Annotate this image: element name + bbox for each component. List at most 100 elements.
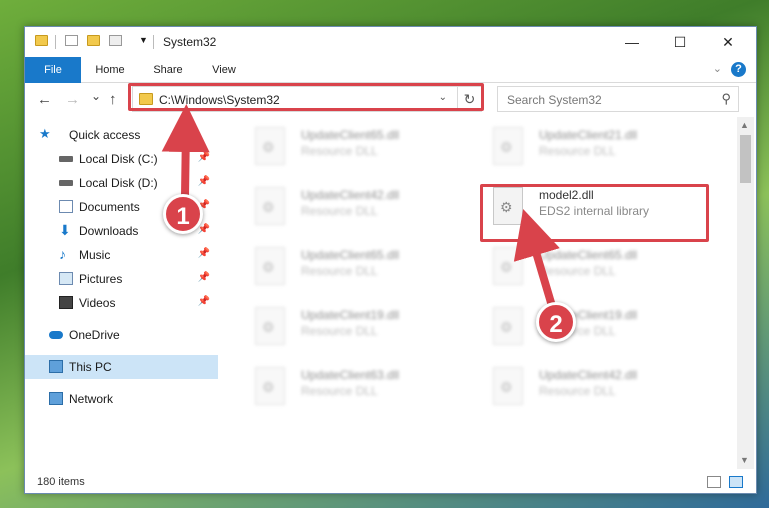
file-item[interactable]: ⚙ UpdateClient65.dll Resource DLL (483, 241, 713, 297)
navigation-bar: ← → ⌄ ↑ C:\Windows\System32 ⌄ ↻ Search S… (25, 83, 756, 117)
sidebar-item-label: OneDrive (69, 328, 120, 342)
file-name: UpdateClient63.dll (301, 368, 400, 382)
file-highlight (480, 184, 709, 242)
minimize-button[interactable]: — (609, 27, 655, 57)
documents-icon (59, 200, 73, 213)
pin-icon[interactable]: 📌 (198, 224, 210, 235)
pin-icon[interactable]: 📌 (198, 272, 210, 283)
music-icon: ♪ (59, 246, 66, 262)
file-description: Resource DLL (301, 384, 378, 398)
drive-icon (59, 180, 73, 186)
scroll-up-icon[interactable]: ▲ (740, 120, 749, 130)
tab-file[interactable]: File (25, 57, 81, 83)
chevron-down-icon[interactable]: ▼ (139, 35, 148, 45)
scroll-down-icon[interactable]: ▼ (740, 455, 749, 465)
sidebar-item-quick-access[interactable]: ★ Quick access (25, 123, 218, 147)
sidebar-item-label: Documents (79, 200, 140, 214)
sidebar-item-this-pc[interactable]: This PC (25, 355, 218, 379)
window-title: System32 (163, 35, 217, 49)
sidebar-item-label: Local Disk (D:) (79, 176, 158, 190)
explorer-window: ▼ System32 — ☐ ✕ File Home Share View ⌄ … (24, 26, 757, 494)
file-name: UpdateClient42.dll (301, 188, 400, 202)
new-folder-icon[interactable] (87, 35, 100, 46)
sidebar-item-music[interactable]: ♪ Music 📌 (25, 243, 218, 267)
file-description: Resource DLL (539, 144, 616, 158)
tab-view[interactable]: View (201, 57, 247, 83)
dll-file-icon: ⚙ (255, 127, 285, 165)
file-name: UpdateClient65.dll (301, 128, 400, 142)
network-icon (49, 392, 63, 405)
large-icons-view-icon[interactable] (729, 476, 743, 488)
file-item[interactable]: ⚙ UpdateClient65.dll Resource DLL (245, 121, 475, 177)
pictures-icon (59, 272, 73, 285)
address-highlight (128, 83, 484, 111)
sidebar-item-label: This PC (69, 360, 112, 374)
computer-icon (49, 360, 63, 373)
properties-icon[interactable] (65, 35, 78, 46)
videos-icon (59, 296, 73, 309)
search-icon[interactable]: ⚲ (721, 91, 731, 107)
help-icon[interactable]: ? (731, 62, 746, 77)
sidebar-item-pictures[interactable]: Pictures 📌 (25, 267, 218, 291)
file-name: UpdateClient65.dll (539, 248, 638, 262)
file-description: Resource DLL (301, 144, 378, 158)
file-description: Resource DLL (301, 324, 378, 338)
sidebar-item-network[interactable]: Network (25, 387, 218, 411)
scroll-thumb[interactable] (740, 135, 751, 183)
file-name: UpdateClient21.dll (539, 128, 638, 142)
sidebar-item-label: Pictures (79, 272, 123, 286)
pin-icon[interactable]: 📌 (198, 296, 210, 307)
dll-file-icon: ⚙ (255, 187, 285, 225)
recent-locations-button[interactable]: ⌄ (91, 89, 101, 103)
sidebar-item-label: Videos (79, 296, 116, 310)
file-list: ⚙ UpdateClient65.dll Resource DLL ⚙ Upda… (235, 117, 735, 477)
search-input[interactable]: Search System32 (507, 93, 602, 107)
file-item[interactable]: ⚙ UpdateClient42.dll Resource DLL (245, 181, 475, 237)
separator (55, 35, 56, 49)
drive-icon (59, 156, 73, 162)
folder-icon (35, 35, 48, 46)
sidebar-item-onedrive[interactable]: OneDrive (25, 323, 218, 347)
tab-home[interactable]: Home (87, 57, 133, 83)
file-item[interactable]: ⚙ UpdateClient19.dll Resource DLL (245, 301, 475, 357)
details-view-icon[interactable] (707, 476, 721, 488)
file-description: Resource DLL (301, 204, 378, 218)
dll-file-icon: ⚙ (493, 127, 523, 165)
sidebar-item-label: Local Disk (C:) (79, 152, 158, 166)
file-name: UpdateClient42.dll (539, 368, 638, 382)
title-bar: ▼ System32 — ☐ ✕ (25, 27, 756, 57)
file-item[interactable]: ⚙ UpdateClient63.dll Resource DLL (245, 361, 475, 417)
file-item[interactable]: ⚙ UpdateClient21.dll Resource DLL (483, 121, 713, 177)
sidebar-item-local-disk-c[interactable]: Local Disk (C:) 📌 (25, 147, 218, 171)
pin-icon[interactable]: 📌 (198, 176, 210, 187)
file-name: UpdateClient65.dll (301, 248, 400, 262)
sidebar-item-local-disk-d[interactable]: Local Disk (D:) 📌 (25, 171, 218, 195)
file-item[interactable]: ⚙ UpdateClient65.dll Resource DLL (245, 241, 475, 297)
file-description: Resource DLL (301, 264, 378, 278)
navigation-pane: ★ Quick access Local Disk (C:) 📌 Local D… (25, 123, 218, 473)
close-button[interactable]: ✕ (705, 27, 751, 57)
item-count: 180 items (37, 476, 85, 488)
sidebar-item-label: Network (69, 392, 114, 406)
forward-button[interactable]: → (65, 91, 80, 108)
pin-icon[interactable]: 📌 (198, 152, 210, 163)
separator (153, 35, 154, 49)
expand-ribbon-icon[interactable]: ⌄ (713, 62, 722, 75)
downloads-icon: ⬇ (59, 222, 71, 238)
search-box[interactable]: Search System32 ⚲ (497, 86, 739, 112)
pin-icon[interactable]: 📌 (198, 248, 210, 259)
vertical-scrollbar[interactable]: ▲ ▼ (737, 117, 754, 469)
dll-file-icon: ⚙ (493, 247, 523, 285)
tab-share[interactable]: Share (145, 57, 191, 83)
maximize-button[interactable]: ☐ (657, 27, 703, 57)
sidebar-item-videos[interactable]: Videos 📌 (25, 291, 218, 315)
file-description: Resource DLL (539, 264, 616, 278)
up-button[interactable]: ↑ (109, 91, 117, 108)
ribbon-tabs: File Home Share View ⌄ ? (25, 57, 756, 83)
customize-toolbar-icon[interactable] (109, 35, 122, 46)
step-2-badge: 2 (536, 302, 576, 342)
dll-file-icon: ⚙ (255, 367, 285, 405)
back-button[interactable]: ← (37, 91, 52, 108)
file-item[interactable]: ⚙ UpdateClient19.dll Resource DLL (483, 301, 713, 357)
file-item[interactable]: ⚙ UpdateClient42.dll Resource DLL (483, 361, 713, 417)
